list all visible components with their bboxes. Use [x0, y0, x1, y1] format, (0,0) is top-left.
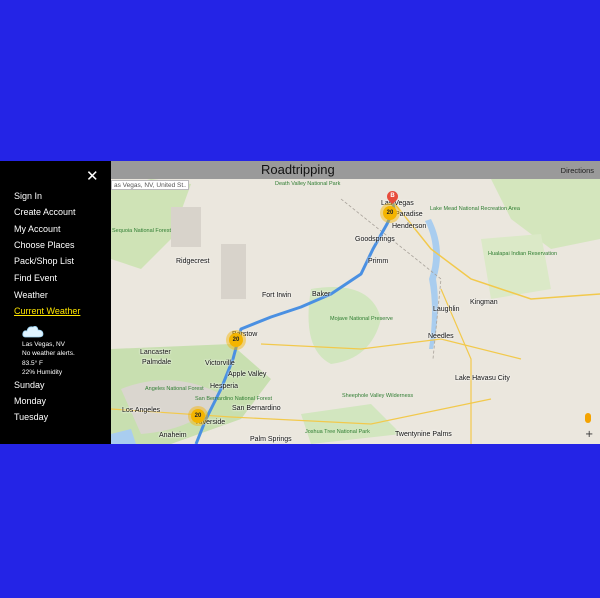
- sidebar: ✕ Sign In Create Account My Account Choo…: [0, 161, 111, 444]
- city-label: Paradise: [395, 211, 423, 218]
- sidebar-item-create-account[interactable]: Create Account: [14, 207, 76, 217]
- sidebar-item-choose-places[interactable]: Choose Places: [14, 240, 75, 250]
- sidebar-item-current-weather[interactable]: Current Weather: [14, 306, 80, 316]
- marker-cluster[interactable]: 20: [229, 333, 243, 347]
- top-bar: Roadtripping Directions: [111, 161, 600, 179]
- map-canvas[interactable]: [111, 179, 600, 444]
- page-title: Roadtripping: [261, 162, 335, 177]
- city-label: Victorville: [205, 360, 235, 367]
- city-label: Henderson: [392, 223, 427, 230]
- city-label: Fort Irwin: [262, 292, 292, 299]
- park-label: San Bernardino National Forest: [195, 396, 273, 402]
- weather-location: Las Vegas, NV: [22, 341, 65, 348]
- city-label: Twentynine Palms: [395, 431, 452, 438]
- map-search-input[interactable]: [111, 180, 189, 190]
- zoom-in-button[interactable]: +: [585, 429, 593, 440]
- sidebar-item-find-event[interactable]: Find Event: [14, 273, 57, 283]
- park-label: Mojave National Preserve: [330, 316, 393, 322]
- directions-button[interactable]: Directions: [561, 166, 594, 175]
- city-label: Los Angeles: [122, 407, 161, 414]
- city-label: Laughlin: [433, 306, 460, 313]
- city-label: Apple Valley: [228, 371, 267, 378]
- restricted-area: [171, 207, 201, 247]
- reservation-area: [481, 234, 551, 299]
- city-label: Hesperia: [210, 383, 239, 390]
- sidebar-item-weather[interactable]: Weather: [14, 290, 48, 300]
- street-view-pegman-icon[interactable]: [585, 413, 591, 423]
- city-label: San Bernardino: [232, 405, 281, 412]
- park-label: Death Valley National Park: [275, 181, 341, 187]
- sidebar-item-my-account[interactable]: My Account: [14, 224, 61, 234]
- park-label: Hualapai Indian Reservation: [488, 251, 558, 257]
- destination-marker-label: B: [390, 193, 395, 199]
- park-label: Sheephole Valley Wilderness: [342, 393, 414, 399]
- city-label: Needles: [428, 333, 454, 340]
- city-label: Goodsprings: [355, 236, 395, 243]
- weather-temperature: 83.5° F: [22, 360, 44, 367]
- park-label: Angeles National Forest: [145, 386, 204, 392]
- city-label: Primm: [368, 258, 389, 265]
- forecast-day-sunday[interactable]: Sunday: [14, 380, 45, 390]
- park-label: Joshua Tree National Park: [305, 429, 370, 435]
- park-label: Sequoia National Forest: [112, 228, 172, 234]
- close-icon[interactable]: ✕: [86, 167, 99, 185]
- forecast-day-tuesday[interactable]: Tuesday: [14, 412, 48, 422]
- sidebar-item-sign-in[interactable]: Sign In: [14, 191, 42, 201]
- city-label: Anaheim: [159, 432, 187, 439]
- city-label: Palm Springs: [250, 436, 292, 443]
- cloud-icon: [22, 326, 44, 338]
- city-label: Lake Havasu City: [455, 375, 510, 382]
- sidebar-item-pack-shop-list[interactable]: Pack/Shop List: [14, 256, 74, 266]
- restricted-area: [221, 244, 246, 299]
- park-label: Lake Mead National Recreation Area: [430, 206, 520, 212]
- weather-humidity: 22% Humidity: [22, 369, 63, 376]
- city-label: Ridgecrest: [176, 258, 210, 265]
- marker-cluster[interactable]: 20: [191, 409, 205, 423]
- city-label: Palmdale: [142, 359, 172, 366]
- weather-alerts: No weather alerts.: [22, 350, 75, 357]
- city-label: Lancaster: [140, 349, 171, 356]
- marker-cluster[interactable]: 20: [383, 206, 397, 220]
- destination-marker[interactable]: B: [384, 188, 401, 205]
- app-frame: ✕ Sign In Create Account My Account Choo…: [0, 161, 600, 444]
- city-label: Kingman: [470, 299, 498, 306]
- city-label: Baker: [312, 291, 331, 298]
- forecast-day-monday[interactable]: Monday: [14, 396, 46, 406]
